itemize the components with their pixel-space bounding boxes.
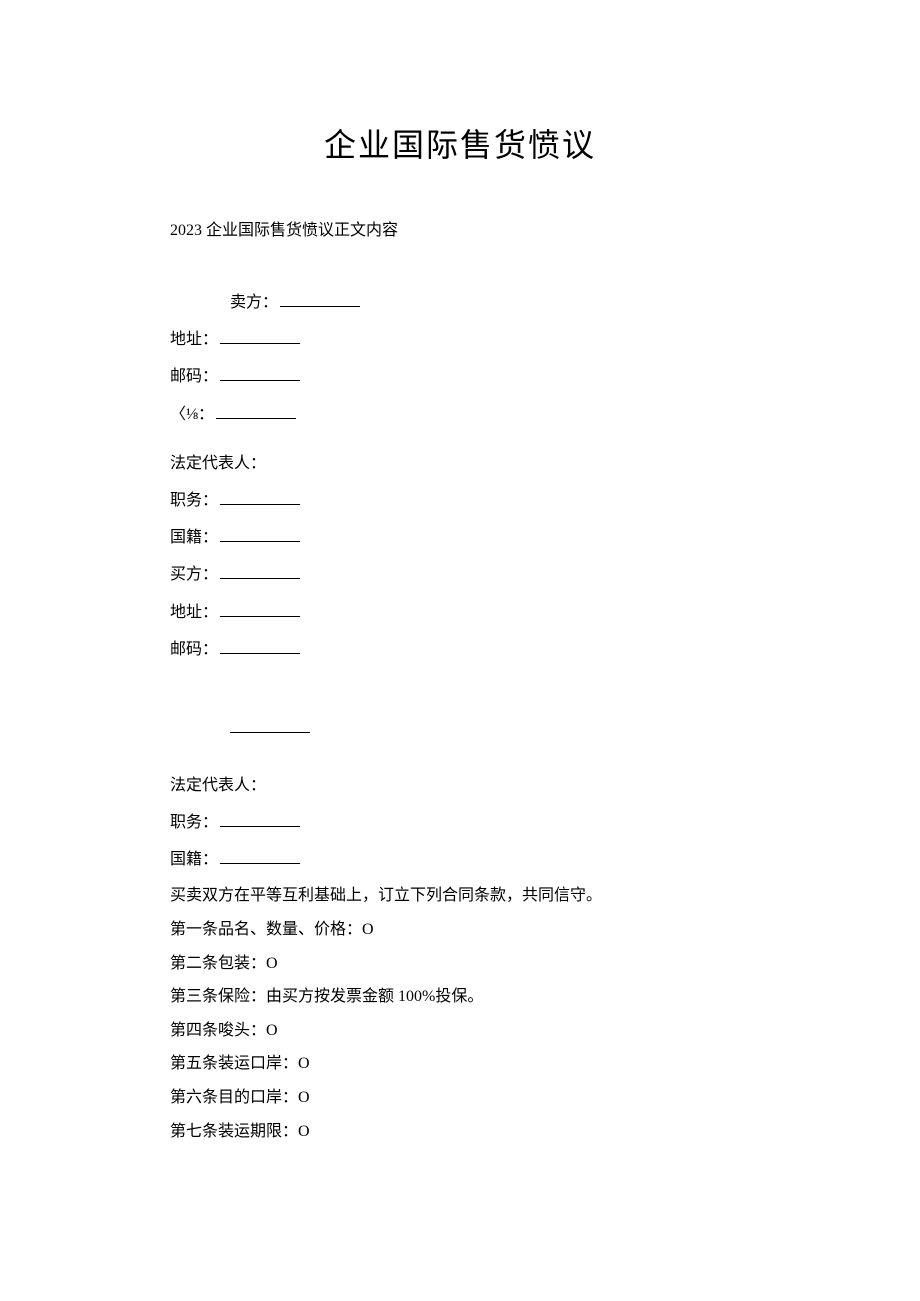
article-1: 第一条品名、数量、价格：O bbox=[170, 913, 750, 947]
buyer-blank bbox=[220, 565, 300, 579]
buyer-rep-field: 法定代表人： bbox=[170, 768, 750, 803]
buyer-position-label: 职务： bbox=[170, 814, 218, 831]
article-4: 第四条唆头：O bbox=[170, 1014, 750, 1048]
buyer-label: 买方： bbox=[170, 566, 218, 583]
seller-address-label: 地址： bbox=[170, 331, 218, 348]
seller-postcode-field: 邮码： bbox=[170, 359, 750, 394]
preamble-text: 买卖双方在平等互利基础上，订立下列合同条款，共同信守。 bbox=[170, 879, 750, 913]
seller-address-blank bbox=[220, 330, 300, 344]
buyer-address-label: 地址： bbox=[170, 604, 218, 621]
buyer-nationality-blank bbox=[220, 850, 300, 864]
seller-phone-field: 〈⅛： bbox=[170, 397, 750, 432]
seller-nationality-blank bbox=[220, 528, 300, 542]
seller-position-blank bbox=[220, 491, 300, 505]
buyer-position-field: 职务： bbox=[170, 805, 750, 840]
seller-postcode-blank bbox=[220, 367, 300, 381]
standalone-blank bbox=[230, 719, 310, 733]
seller-nationality-field: 国籍： bbox=[170, 520, 750, 555]
seller-postcode-label: 邮码： bbox=[170, 368, 218, 385]
seller-label: 卖方： bbox=[230, 294, 278, 311]
seller-phone-blank bbox=[216, 405, 296, 419]
seller-address-field: 地址： bbox=[170, 322, 750, 357]
seller-rep-field: 法定代表人： bbox=[170, 446, 750, 481]
standalone-blank-line bbox=[170, 719, 750, 738]
article-6: 第六条目的口岸：O bbox=[170, 1081, 750, 1115]
seller-nationality-label: 国籍： bbox=[170, 529, 218, 546]
article-7: 第七条装运期限：O bbox=[170, 1115, 750, 1149]
seller-rep-label: 法定代表人： bbox=[170, 455, 266, 472]
buyer-position-blank bbox=[220, 813, 300, 827]
article-3: 第三条保险：由买方按发票金额 100%投保。 bbox=[170, 980, 750, 1014]
buyer-nationality-field: 国籍： bbox=[170, 842, 750, 877]
document-subtitle: 2023 企业国际售货愤议正文内容 bbox=[170, 216, 750, 240]
buyer-postcode-field: 邮码： bbox=[170, 632, 750, 667]
seller-field: 卖方： bbox=[170, 285, 750, 320]
article-2: 第二条包装：O bbox=[170, 947, 750, 981]
document-page: 企业国际售货愤议 2023 企业国际售货愤议正文内容 卖方： 地址： 邮码： 〈… bbox=[0, 0, 920, 1228]
seller-position-label: 职务： bbox=[170, 492, 218, 509]
buyer-postcode-blank bbox=[220, 640, 300, 654]
article-5: 第五条装运口岸：O bbox=[170, 1047, 750, 1081]
buyer-postcode-label: 邮码： bbox=[170, 641, 218, 658]
buyer-address-field: 地址： bbox=[170, 595, 750, 630]
buyer-rep-label: 法定代表人： bbox=[170, 777, 266, 794]
seller-blank bbox=[280, 293, 360, 307]
buyer-address-blank bbox=[220, 603, 300, 617]
seller-phone-label: 〈⅛： bbox=[170, 406, 214, 423]
buyer-nationality-label: 国籍： bbox=[170, 851, 218, 868]
document-title: 企业国际售货愤议 bbox=[170, 120, 750, 166]
buyer-field: 买方： bbox=[170, 557, 750, 592]
seller-position-field: 职务： bbox=[170, 483, 750, 518]
